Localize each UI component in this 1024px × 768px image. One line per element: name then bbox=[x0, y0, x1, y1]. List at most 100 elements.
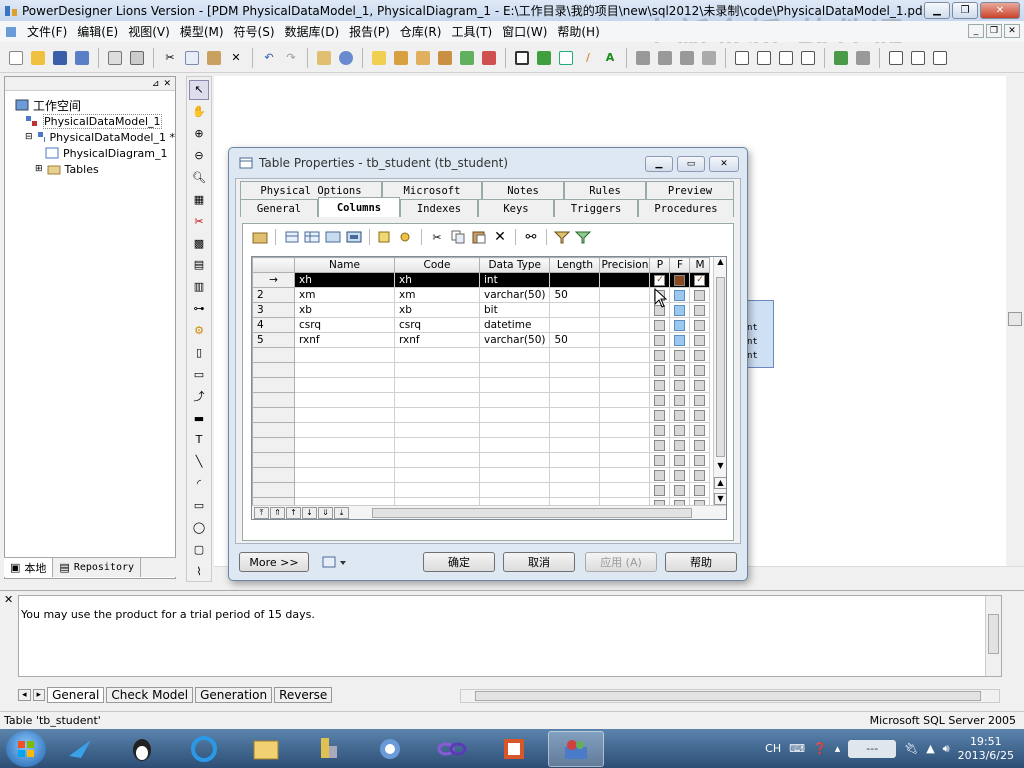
table-row[interactable] bbox=[252, 377, 711, 393]
cell-f[interactable] bbox=[669, 422, 691, 438]
tab-rules[interactable]: Rules bbox=[564, 181, 646, 199]
cell-type[interactable] bbox=[478, 362, 551, 378]
cell-precision[interactable] bbox=[599, 362, 651, 378]
cell-name[interactable] bbox=[294, 482, 395, 498]
menu-window[interactable]: 窗口(W) bbox=[497, 23, 552, 40]
cell-length[interactable] bbox=[549, 437, 601, 453]
cell-m[interactable]: ✓ bbox=[689, 272, 711, 288]
insert-row-icon[interactable] bbox=[303, 228, 321, 246]
cell-precision[interactable] bbox=[599, 392, 651, 408]
cell-p[interactable] bbox=[649, 347, 671, 363]
mdi-minimize-button[interactable]: _ bbox=[968, 24, 984, 38]
cell-m[interactable] bbox=[689, 287, 711, 303]
foreign-checkbox[interactable] bbox=[674, 379, 686, 391]
cell-f[interactable] bbox=[669, 452, 691, 468]
row-header[interactable] bbox=[252, 347, 295, 363]
cell-name[interactable] bbox=[294, 407, 395, 423]
output-tab-general[interactable]: General bbox=[47, 687, 105, 703]
find-icon[interactable]: ⚯ bbox=[522, 228, 540, 246]
primary-checkbox[interactable] bbox=[654, 334, 666, 346]
zoom-icon[interactable] bbox=[930, 48, 950, 68]
customize-columns-icon[interactable] bbox=[574, 228, 592, 246]
menu-dropdown-button[interactable] bbox=[317, 552, 353, 572]
cell-code[interactable]: xh bbox=[394, 272, 480, 288]
layout-icon[interactable] bbox=[776, 48, 796, 68]
foreign-checkbox[interactable] bbox=[674, 439, 686, 451]
model-icon[interactable] bbox=[853, 48, 873, 68]
pointer-icon[interactable]: ↖ bbox=[189, 80, 209, 100]
file-icon[interactable]: ▯ bbox=[189, 343, 209, 363]
cell-p[interactable] bbox=[649, 317, 671, 333]
cell-type[interactable]: bit bbox=[478, 302, 551, 318]
row-header[interactable]: → bbox=[252, 272, 295, 288]
foreign-checkbox[interactable] bbox=[674, 274, 686, 286]
ellipse-icon[interactable]: ◯ bbox=[189, 518, 209, 538]
tab-notes[interactable]: Notes bbox=[482, 181, 564, 199]
delete-icon[interactable]: ✂ bbox=[189, 211, 209, 231]
primary-checkbox[interactable] bbox=[654, 349, 666, 361]
filter-icon[interactable] bbox=[553, 228, 571, 246]
cell-name[interactable]: xb bbox=[294, 302, 395, 318]
cell-name[interactable]: xh bbox=[294, 272, 395, 288]
scroll-thumb[interactable] bbox=[1008, 312, 1022, 326]
apply-button[interactable]: 应用 (A) bbox=[585, 552, 657, 572]
row-header[interactable] bbox=[252, 452, 295, 468]
output-vscroll[interactable] bbox=[985, 596, 1001, 676]
mandatory-checkbox[interactable] bbox=[694, 349, 706, 361]
delete-icon[interactable]: ✕ bbox=[226, 48, 246, 68]
output-close-icon[interactable]: ✕ bbox=[4, 593, 13, 606]
tool-icon[interactable] bbox=[391, 48, 411, 68]
row-header[interactable] bbox=[252, 467, 295, 483]
tree-node-tables[interactable]: ⊞ Tables bbox=[15, 161, 175, 177]
cell-type[interactable] bbox=[478, 467, 551, 483]
row-header[interactable] bbox=[252, 482, 295, 498]
minimize-button[interactable]: ▁ bbox=[924, 2, 950, 19]
tab-scroll-right-icon[interactable]: ▸ bbox=[32, 689, 46, 701]
cell-m[interactable] bbox=[689, 317, 711, 333]
menu-tools[interactable]: 工具(T) bbox=[446, 23, 497, 40]
cell-code[interactable]: xb bbox=[394, 302, 480, 318]
text-icon[interactable] bbox=[556, 48, 576, 68]
cell-precision[interactable] bbox=[599, 482, 651, 498]
taskbar-powerdesigner[interactable] bbox=[548, 730, 604, 767]
volume-icon[interactable]: 🔊︎ bbox=[943, 742, 950, 756]
polyline-icon[interactable]: ⌇ bbox=[189, 561, 209, 581]
cell-code[interactable]: xm bbox=[394, 287, 480, 303]
dialog-maximize-button[interactable]: ▭ bbox=[677, 156, 705, 172]
taskbar-powerpoint[interactable] bbox=[486, 731, 542, 767]
tree-node-workspace[interactable]: 工作空间 bbox=[15, 97, 175, 113]
cell-type[interactable] bbox=[478, 452, 551, 468]
cell-precision[interactable] bbox=[599, 467, 651, 483]
foreign-checkbox[interactable] bbox=[674, 319, 686, 331]
cell-length[interactable] bbox=[549, 347, 601, 363]
cell-name[interactable]: rxnf bbox=[294, 332, 395, 348]
cell-p[interactable] bbox=[649, 482, 671, 498]
shadow-icon[interactable] bbox=[512, 48, 532, 68]
cut-icon[interactable]: ✂ bbox=[160, 48, 180, 68]
header-name[interactable]: Name bbox=[294, 257, 395, 273]
cell-precision[interactable] bbox=[599, 452, 651, 468]
cell-m[interactable] bbox=[689, 392, 711, 408]
table-row[interactable]: → xh xh int ✓ ✓ bbox=[252, 272, 711, 288]
tray-expand-icon[interactable]: ▴ bbox=[835, 742, 841, 755]
align-icon[interactable] bbox=[699, 48, 719, 68]
row-header[interactable] bbox=[252, 407, 295, 423]
grabber-icon[interactable]: ✋ bbox=[189, 102, 209, 122]
grid-vertical-scrollbar[interactable]: ▲ ▼ ▲ ▼ bbox=[713, 257, 726, 507]
foreign-checkbox[interactable] bbox=[674, 304, 686, 316]
add-columns-icon[interactable] bbox=[324, 228, 342, 246]
cell-p[interactable] bbox=[649, 377, 671, 393]
cell-type[interactable]: datetime bbox=[478, 317, 551, 333]
cell-m[interactable] bbox=[689, 482, 711, 498]
cell-p[interactable] bbox=[649, 467, 671, 483]
cell-name[interactable] bbox=[294, 347, 395, 363]
mandatory-checkbox[interactable] bbox=[694, 304, 706, 316]
menu-symbol[interactable]: 符号(S) bbox=[229, 23, 280, 40]
cell-code[interactable] bbox=[394, 347, 480, 363]
table-row[interactable] bbox=[252, 452, 711, 468]
mandatory-checkbox[interactable] bbox=[694, 379, 706, 391]
taskbar-ie[interactable] bbox=[176, 731, 232, 767]
mandatory-checkbox[interactable] bbox=[694, 364, 706, 376]
redo-icon[interactable]: ↷ bbox=[281, 48, 301, 68]
cell-f[interactable] bbox=[669, 467, 691, 483]
